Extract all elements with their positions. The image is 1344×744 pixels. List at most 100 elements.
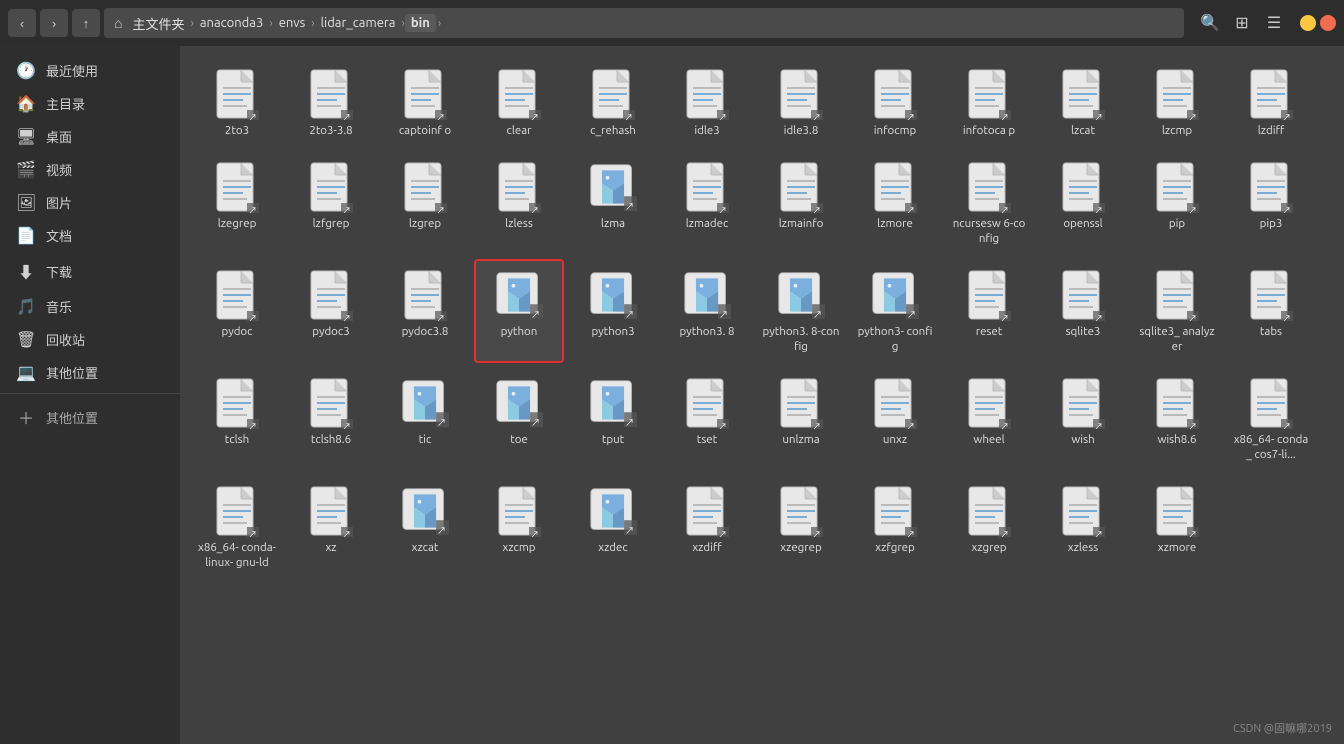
up-button[interactable]: ↑ bbox=[72, 9, 100, 37]
file-item-captoinf_o[interactable]: ↗ captoinf o bbox=[380, 58, 470, 147]
breadcrumb-bin[interactable]: bin bbox=[405, 14, 436, 32]
file-item-python[interactable]: ↗ python bbox=[474, 259, 564, 363]
file-item-python3__8[interactable]: ↗ python3. 8 bbox=[662, 259, 752, 363]
file-item-wish[interactable]: ↗ wish bbox=[1038, 367, 1128, 471]
svg-text:↗: ↗ bbox=[906, 206, 915, 213]
file-item-reset[interactable]: ↗ reset bbox=[944, 259, 1034, 363]
file-item-pip[interactable]: ↗ pip bbox=[1132, 151, 1222, 255]
file-item-xzdec[interactable]: ↗ xzdec bbox=[568, 475, 658, 579]
file-item-unxz[interactable]: ↗ unxz bbox=[850, 367, 940, 471]
file-item-xzgrep[interactable]: ↗ xzgrep bbox=[944, 475, 1034, 579]
add-icon: ＋ bbox=[16, 405, 36, 429]
file-item-c_rehash[interactable]: ↗ c_rehash bbox=[568, 58, 658, 147]
file-item-xzcmp[interactable]: ↗ xzcmp bbox=[474, 475, 564, 579]
minimize-button[interactable] bbox=[1300, 15, 1316, 31]
file-item-pydoc3_8[interactable]: ↗ pydoc3.8 bbox=[380, 259, 470, 363]
file-item-lzcat[interactable]: ↗ lzcat bbox=[1038, 58, 1128, 147]
file-item-xzdiff[interactable]: ↗ xzdiff bbox=[662, 475, 752, 579]
file-icon-19: ↗ bbox=[869, 161, 921, 213]
file-item-idle3[interactable]: ↗ idle3 bbox=[662, 58, 752, 147]
file-item-xzmore[interactable]: ↗ xzmore bbox=[1132, 475, 1222, 579]
sidebar-item-5[interactable]: 📄文档 bbox=[0, 219, 180, 252]
file-item-tabs[interactable]: ↗ tabs bbox=[1226, 259, 1316, 363]
breadcrumb-anaconda3[interactable]: anaconda3 bbox=[194, 14, 269, 32]
file-item-tclsh8_6[interactable]: ↗ tclsh8.6 bbox=[286, 367, 376, 471]
svg-text:↗: ↗ bbox=[342, 314, 351, 321]
file-item-wish8_6[interactable]: ↗ wish8.6 bbox=[1132, 367, 1222, 471]
file-item-wheel[interactable]: ↗ wheel bbox=[944, 367, 1034, 471]
file-item-x86_64__conda__cos7_li___[interactable]: ↗ x86_64- conda_ cos7-li... bbox=[1226, 367, 1316, 471]
file-item-python3__config[interactable]: ↗ python3- config bbox=[850, 259, 940, 363]
file-icon-33: ↗ bbox=[1057, 269, 1109, 321]
file-item-lzmore[interactable]: ↗ lzmore bbox=[850, 151, 940, 255]
file-item-lzmadec[interactable]: ↗ lzmadec bbox=[662, 151, 752, 255]
file-item-tset[interactable]: ↗ tset bbox=[662, 367, 752, 471]
sidebar-item-9[interactable]: 💻其他位置 bbox=[0, 356, 180, 389]
file-item-lzdiff[interactable]: ↗ lzdiff bbox=[1226, 58, 1316, 147]
file-name-49: xz bbox=[325, 541, 336, 556]
file-item-lzless[interactable]: ↗ lzless bbox=[474, 151, 564, 255]
file-item-infocmp[interactable]: ↗ infocmp bbox=[850, 58, 940, 147]
file-item-pydoc3[interactable]: ↗ pydoc3 bbox=[286, 259, 376, 363]
file-item-python3__8_config[interactable]: ↗ python3. 8-config bbox=[756, 259, 846, 363]
file-item-toe[interactable]: ↗ toe bbox=[474, 367, 564, 471]
file-icon-41: ↗ bbox=[681, 377, 733, 429]
file-name-13: lzfgrep bbox=[313, 217, 350, 232]
file-item-2to3_3_8[interactable]: ↗ 2to3-3.8 bbox=[286, 58, 376, 147]
svg-text:↗: ↗ bbox=[1188, 206, 1197, 213]
file-item-lzfgrep[interactable]: ↗ lzfgrep bbox=[286, 151, 376, 255]
file-item-x86_64__conda__linux__gnu_ld[interactable]: ↗ x86_64- conda- linux- gnu-ld bbox=[192, 475, 282, 579]
file-item-lzegrep[interactable]: ↗ lzegrep bbox=[192, 151, 282, 255]
file-item-ncursesw_6_config[interactable]: ↗ ncursesw 6-config bbox=[944, 151, 1034, 255]
file-item-unlzma[interactable]: ↗ unlzma bbox=[756, 367, 846, 471]
close-button[interactable] bbox=[1320, 15, 1336, 31]
file-item-idle3_8[interactable]: ↗ idle3.8 bbox=[756, 58, 846, 147]
breadcrumb-more[interactable]: › bbox=[438, 17, 441, 30]
sidebar-item-0[interactable]: 🕐最近使用 bbox=[0, 54, 180, 87]
file-item-pydoc[interactable]: ↗ pydoc bbox=[192, 259, 282, 363]
file-item-infotoca_p[interactable]: ↗ infotoca p bbox=[944, 58, 1034, 147]
file-item-sqlite3__analyzer[interactable]: ↗ sqlite3_ analyzer bbox=[1132, 259, 1222, 363]
file-icon-49: ↗ bbox=[305, 485, 357, 537]
sidebar-divider bbox=[0, 393, 180, 394]
sidebar-item-2[interactable]: 🖥桌面 bbox=[0, 120, 180, 153]
sidebar-add-button[interactable]: ＋ 其他位置 bbox=[0, 398, 180, 436]
file-item-clear[interactable]: ↗ clear bbox=[474, 58, 564, 147]
sidebar-label-5: 文档 bbox=[46, 226, 72, 245]
file-name-51: xzcmp bbox=[502, 541, 535, 556]
file-item-lzgrep[interactable]: ↗ lzgrep bbox=[380, 151, 470, 255]
file-item-tic[interactable]: ↗ tic bbox=[380, 367, 470, 471]
file-item-lzcmp[interactable]: ↗ lzcmp bbox=[1132, 58, 1222, 147]
file-item-tput[interactable]: ↗ tput bbox=[568, 367, 658, 471]
file-name-50: xzcat bbox=[412, 541, 439, 556]
sidebar-item-3[interactable]: 🎬视频 bbox=[0, 153, 180, 186]
search-button[interactable]: 🔍 bbox=[1196, 9, 1224, 37]
forward-button[interactable]: › bbox=[40, 9, 68, 37]
file-item-xzless[interactable]: ↗ xzless bbox=[1038, 475, 1128, 579]
file-item-openssl[interactable]: ↗ openssl bbox=[1038, 151, 1128, 255]
file-name-9: lzcat bbox=[1071, 124, 1095, 139]
file-item-xzcat[interactable]: ↗ xzcat bbox=[380, 475, 470, 579]
file-item-2to3[interactable]: ↗ 2to3 bbox=[192, 58, 282, 147]
file-item-lzma[interactable]: ↗ lzma bbox=[568, 151, 658, 255]
file-item-tclsh[interactable]: ↗ tclsh bbox=[192, 367, 282, 471]
file-item-python3[interactable]: ↗ python3 bbox=[568, 259, 658, 363]
file-item-lzmainfo[interactable]: ↗ lzmainfo bbox=[756, 151, 846, 255]
sidebar-item-7[interactable]: 🎵音乐 bbox=[0, 290, 180, 323]
file-item-xzfgrep[interactable]: ↗ xzfgrep bbox=[850, 475, 940, 579]
file-item-pip3[interactable]: ↗ pip3 bbox=[1226, 151, 1316, 255]
back-button[interactable]: ‹ bbox=[8, 9, 36, 37]
grid-view-button[interactable]: ⊞ bbox=[1228, 9, 1256, 37]
sidebar-item-8[interactable]: 🗑回收站 bbox=[0, 323, 180, 356]
file-item-xzegrep[interactable]: ↗ xzegrep bbox=[756, 475, 846, 579]
file-item-xz[interactable]: ↗ xz bbox=[286, 475, 376, 579]
sidebar-item-6[interactable]: ⬇下载 bbox=[0, 252, 180, 290]
breadcrumb-lidar[interactable]: lidar_camera bbox=[315, 14, 402, 32]
sidebar-item-1[interactable]: 🏠主目录 bbox=[0, 87, 180, 120]
file-icon-46: ↗ bbox=[1151, 377, 1203, 429]
breadcrumb-envs[interactable]: envs bbox=[273, 14, 312, 32]
file-item-sqlite3[interactable]: ↗ sqlite3 bbox=[1038, 259, 1128, 363]
breadcrumb-home-label[interactable]: 主文件夹 bbox=[126, 12, 190, 35]
sidebar-item-4[interactable]: 🖼图片 bbox=[0, 186, 180, 219]
list-view-button[interactable]: ☰ bbox=[1260, 9, 1288, 37]
